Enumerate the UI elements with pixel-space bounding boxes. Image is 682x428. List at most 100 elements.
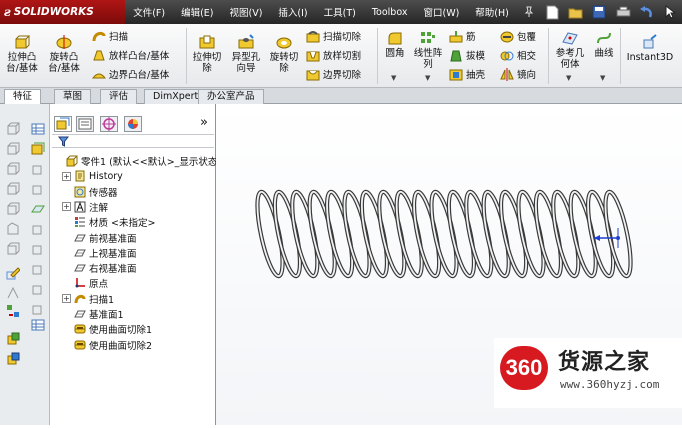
feature-tree-tab[interactable] [54,116,72,132]
revolve-cut-button[interactable]: 旋转切 除 [266,34,302,74]
menu-insert[interactable]: 插入(I) [270,5,315,19]
extrude-cut-button[interactable]: 拉伸切 除 [190,34,224,74]
grid-table-icon[interactable] [31,122,45,136]
cube-outline-icon[interactable] [31,302,45,316]
menu-help[interactable]: 帮助(H) [467,5,517,19]
mirror-button[interactable]: 镜向 [500,67,536,81]
draft-button[interactable]: 拔模 [449,48,485,62]
menu-toolbox[interactable]: Toolbox [364,7,416,18]
intersect-button[interactable]: 相交 [500,48,536,62]
shell-button[interactable]: 抽壳 [449,67,485,81]
loft-cut-button[interactable]: 放样切割 [306,48,361,62]
reference-geometry-button[interactable]: 参考几 何体 [552,30,588,70]
sweep-feature-icon [74,294,86,303]
fillet-button[interactable]: 圆角 [380,30,410,59]
feature-stack-icon[interactable] [31,142,45,156]
expand-toggle-icon[interactable]: + [62,294,71,304]
cube-outline-icon[interactable] [31,282,45,296]
pin-icon[interactable] [520,4,538,20]
select-cursor-icon[interactable] [661,4,679,20]
fillet-dropdown-icon[interactable]: ▼ [391,74,396,82]
tree-item-label: 使用曲面切除1 [89,325,153,337]
wrap-button[interactable]: 包覆 [500,29,536,43]
color-cube-icon[interactable] [6,352,20,366]
rib-button[interactable]: 筋 [449,29,476,43]
tab-sketch[interactable]: 草图 [54,89,92,104]
tab-evaluate[interactable]: 评估 [100,89,138,104]
sketch-pencil-icon[interactable] [6,266,20,280]
display-manager-tab[interactable] [124,116,142,132]
undo-icon[interactable] [638,4,656,20]
cube-outline-icon[interactable] [31,182,45,196]
hole-wizard-button[interactable]: 异型孔 向导 [228,34,264,74]
save-icon[interactable] [591,4,609,20]
extrude-boss-button[interactable]: 拉伸凸 台/基体 [4,34,40,74]
open-folder-icon[interactable] [567,4,585,20]
tree-root-part[interactable]: 零件1 (默认<<默认>_显示状态 [54,154,217,168]
tree-item-label: 零件1 (默认<<默认>_显示状态 [81,157,218,168]
sweep-button[interactable]: 扫描 [92,29,128,43]
loft-cut-label: 放样切割 [323,51,362,62]
print-icon[interactable] [614,4,632,20]
command-tabs: 特征 草图 评估 DimXpert 办公室产品 [0,88,682,104]
watermark-title: 货源之家 [558,350,651,375]
tree-item[interactable]: + 注解 [62,200,108,214]
tab-office-products[interactable]: 办公室产品 [198,89,264,104]
instant3d-button[interactable]: Instant3D [622,34,678,63]
grid-table-icon[interactable] [31,318,45,332]
filter-funnel-icon[interactable] [58,136,69,147]
sweep-cut-button[interactable]: 扫描切除 [306,29,361,43]
boundary-boss-button[interactable]: 边界凸台/基体 [92,67,169,81]
menu-tools[interactable]: 工具(T) [316,5,364,19]
panel-expand-button[interactable]: » [200,115,208,130]
tab-features[interactable]: 特征 [4,89,42,104]
pattern-dropdown-icon[interactable]: ▼ [425,74,430,82]
configuration-tab[interactable] [100,116,118,132]
color-cube-icon[interactable] [6,332,20,346]
cube-outline-icon[interactable] [6,182,20,196]
cube-outline-icon[interactable] [6,122,20,136]
curves-button[interactable]: 曲线 [590,30,618,59]
linear-pattern-button[interactable]: 线性阵 列 [410,30,446,70]
expand-toggle-icon[interactable]: + [62,171,71,181]
cube-outline-icon[interactable] [31,242,45,256]
tree-item[interactable]: 基准面1 [62,307,124,321]
tree-item[interactable]: 原点 [62,276,108,290]
menu-file[interactable]: 文件(F) [125,5,173,19]
tree-item[interactable]: 前视基准面 [62,231,137,245]
cube-outline-icon[interactable] [31,162,45,176]
loft-boss-button[interactable]: 放样凸台/基体 [92,48,169,62]
tree-item[interactable]: + History [62,169,123,183]
tree-item[interactable]: + 扫描1 [62,292,114,306]
solidworks-logo[interactable]: ƨ SOLIDWORKS [0,0,126,24]
expand-toggle-icon[interactable]: + [62,202,71,212]
cube-outline-icon[interactable] [6,242,20,256]
cube-outline-icon[interactable] [6,222,20,236]
cube-outline-icon[interactable] [6,162,20,176]
tree-item[interactable]: 传感器 [62,185,118,199]
tree-item[interactable]: 使用曲面切除2 [62,338,152,352]
menu-window[interactable]: 窗口(W) [415,5,467,19]
ref-geometry-dropdown-icon[interactable]: ▼ [566,74,571,82]
boundary-cut-button[interactable]: 边界切除 [306,67,361,81]
curves-dropdown-icon[interactable]: ▼ [600,74,605,82]
property-manager-tab[interactable] [76,116,94,132]
spring-coil-highlight [256,190,284,278]
tree-item[interactable]: 上视基准面 [62,246,137,260]
tree-item[interactable]: 使用曲面切除1 [62,322,152,336]
cube-outline-icon[interactable] [6,142,20,156]
menu-edit[interactable]: 编辑(E) [173,5,221,19]
revolve-boss-button[interactable]: 旋转凸 台/基体 [44,34,84,74]
cube-outline-icon[interactable] [31,222,45,236]
cube-outline-icon[interactable] [31,262,45,276]
new-document-icon[interactable] [543,4,561,20]
spring-coil-highlight [308,190,336,278]
angle-dimension-icon[interactable] [6,286,20,300]
menu-view[interactable]: 视图(V) [222,5,271,19]
tree-filter-row[interactable] [52,134,214,148]
pattern-sketch-icon[interactable] [6,304,20,318]
reference-plane-icon[interactable] [31,202,45,216]
tree-item[interactable]: 右视基准面 [62,261,137,275]
cube-outline-icon[interactable] [6,202,20,216]
tree-item[interactable]: 材质 <未指定> [62,215,155,229]
